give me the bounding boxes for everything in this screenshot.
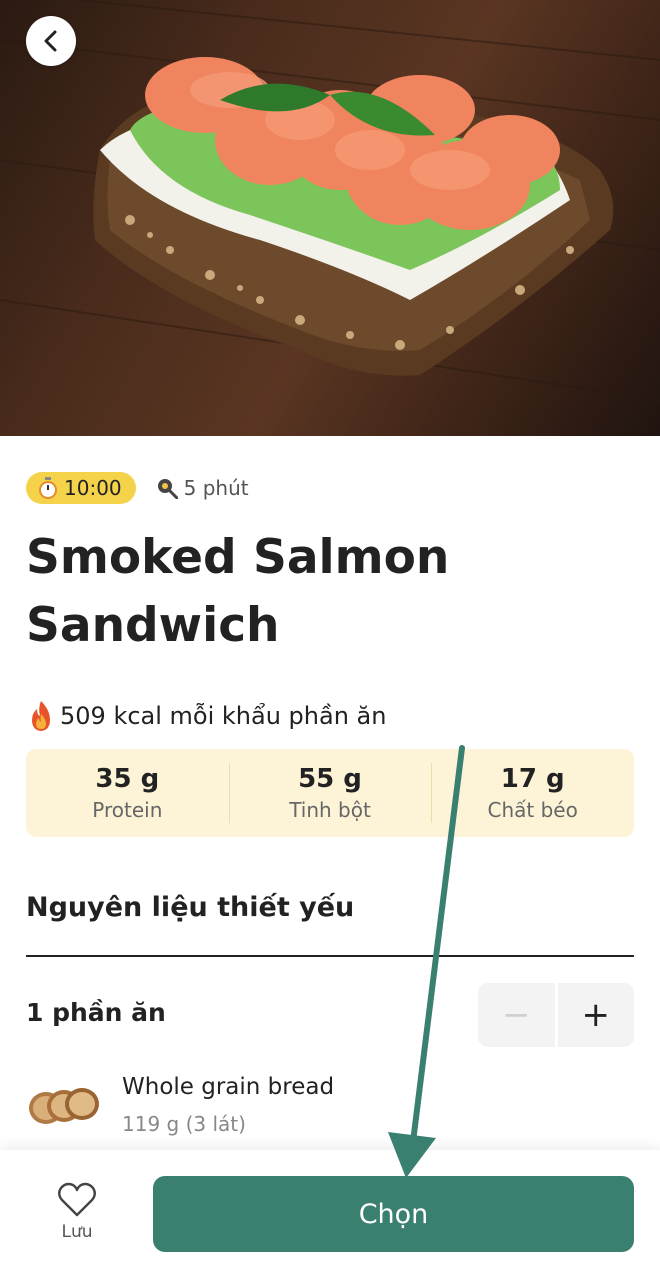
- macros-panel: 35 g Protein 55 g Tinh bột 17 g Chất béo: [26, 749, 634, 837]
- prep-time-label: 5 phút: [183, 476, 249, 500]
- servings-label: 1 phần ăn: [26, 998, 166, 1027]
- ingredient-amount: 119 g (3 lát): [122, 1112, 246, 1136]
- macro-value: 17 g: [500, 764, 565, 794]
- macro-value: 55 g: [298, 764, 362, 794]
- bread-slices-icon: [29, 1088, 99, 1124]
- macro-fat: 17 g Chất béo: [431, 749, 634, 837]
- macro-label: Protein: [92, 798, 163, 822]
- time-badge: 10:00: [26, 472, 136, 504]
- macro-value: 35 g: [95, 764, 160, 794]
- save-button[interactable]: Lưu: [50, 1182, 104, 1242]
- recipe-title: Smoked Salmon Sandwich: [26, 524, 626, 660]
- calories-per-serving: 509 kcal mỗi khẩu phần ăn: [26, 700, 386, 732]
- choose-button[interactable]: Chọn: [153, 1176, 634, 1252]
- ingredient-name: Whole grain bread: [122, 1074, 335, 1100]
- time-value: 10:00: [64, 476, 122, 500]
- ingredient-item[interactable]: Whole grain bread 119 g (3 lát): [26, 1068, 634, 1144]
- calories-text: 509 kcal mỗi khẩu phần ăn: [60, 702, 387, 730]
- prep-time: 5 phút: [156, 476, 249, 500]
- recipe-title-line2: Sandwich: [26, 598, 280, 653]
- chevron-left-icon: [44, 30, 57, 52]
- recipe-meta-row: 10:00 5 phút: [26, 472, 249, 504]
- recipe-title-line1: Smoked Salmon: [26, 530, 450, 585]
- decrease-servings-button[interactable]: −: [478, 983, 555, 1047]
- smoked-salmon-sandwich-photo: [0, 0, 660, 401]
- stopwatch-icon: [39, 477, 57, 499]
- servings-stepper: − +: [478, 983, 634, 1047]
- macro-label: Tinh bột: [289, 798, 371, 822]
- macro-carbs: 55 g Tinh bột: [228, 749, 432, 837]
- back-button[interactable]: [26, 16, 76, 66]
- fire-icon: [32, 701, 50, 731]
- section-divider: [26, 955, 634, 957]
- macro-protein: 35 g Protein: [26, 749, 229, 837]
- macro-label: Chất béo: [487, 798, 578, 822]
- heart-outline-icon: [58, 1182, 96, 1217]
- save-label: Lưu: [61, 1222, 93, 1242]
- bottom-action-bar: Lưu Chọn: [0, 1150, 660, 1280]
- recipe-hero-image: [0, 0, 660, 436]
- ingredients-heading: Nguyên liệu thiết yếu: [26, 892, 355, 923]
- increase-servings-button[interactable]: +: [557, 983, 634, 1047]
- frying-pan-icon: [157, 479, 178, 499]
